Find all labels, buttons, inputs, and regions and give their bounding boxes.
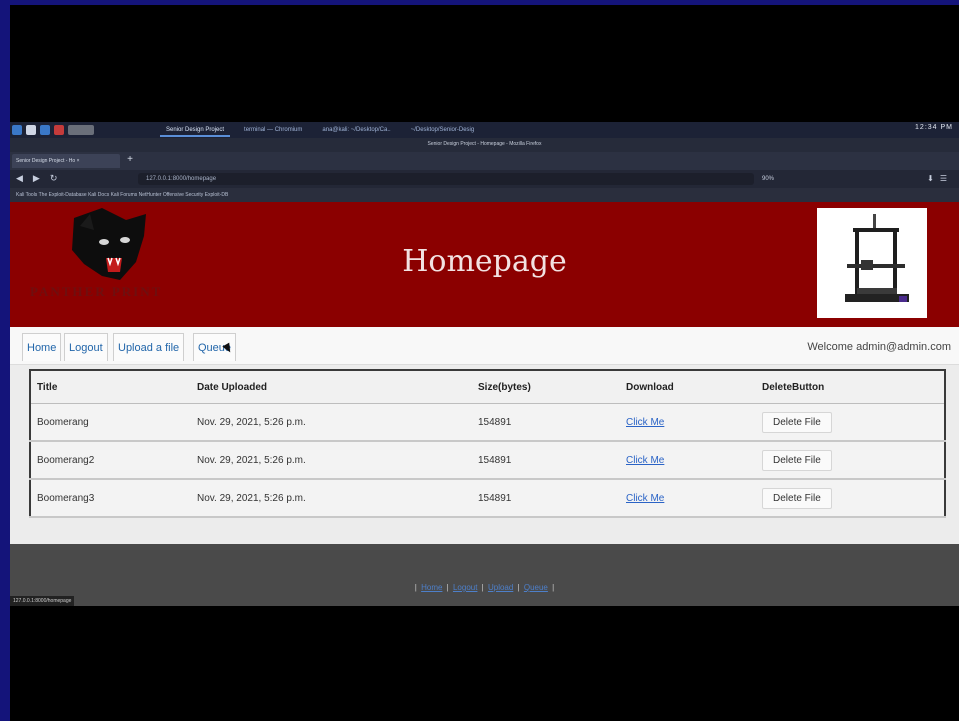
address-bar[interactable]: 127.0.0.1:8000/homepage [138, 173, 754, 185]
table-row: Boomerang2 Nov. 29, 2021, 5:26 p.m. 1548… [30, 441, 945, 480]
delete-file-button[interactable]: Delete File [762, 487, 832, 509]
file-date: Nov. 29, 2021, 5:26 p.m. [191, 441, 472, 480]
site-menubar: Home Logout Upload a file Queue Welcome … [10, 327, 959, 365]
site-banner: PANTHER PRINT Homepage [10, 202, 959, 327]
bookmarks-bar[interactable]: Kali Tools The Exploit-Database Kali Doc… [10, 188, 959, 202]
footer-link-logout[interactable]: Logout [453, 583, 477, 592]
welcome-text: Welcome admin@admin.com [807, 341, 951, 353]
os-taskbar: Senior Design Project terminal — Chromiu… [10, 122, 959, 138]
footer-link-upload[interactable]: Upload [488, 583, 513, 592]
table-header-row: Title Date Uploaded Size(bytes) Download… [30, 370, 945, 404]
taskbar-window[interactable]: Senior Design Project [160, 125, 231, 137]
browser-icon[interactable] [54, 125, 64, 135]
browser-navbar: ◀ ▶ ↻ 127.0.0.1:8000/homepage 90% ⬇☰ [10, 170, 959, 188]
footer-link-home[interactable]: Home [421, 583, 442, 592]
browser-tabbar: Senior Design Project - Ho × + [10, 152, 959, 170]
window-titlebar: Senior Design Project - Homepage - Mozil… [10, 138, 959, 152]
site-footer: | Home | Logout | Upload | Queue | 127.0… [10, 544, 959, 606]
files-table: Title Date Uploaded Size(bytes) Download… [29, 369, 946, 518]
file-size: 154891 [472, 441, 620, 480]
zoom-indicator[interactable]: 90% [762, 173, 774, 185]
delete-cell: Delete File [756, 479, 945, 518]
table-row: Boomerang3 Nov. 29, 2021, 5:26 p.m. 1548… [30, 479, 945, 518]
delete-file-button[interactable]: Delete File [762, 449, 832, 471]
table-row: Boomerang Nov. 29, 2021, 5:26 p.m. 15489… [30, 403, 945, 442]
delete-file-button[interactable]: Delete File [762, 411, 832, 433]
reload-icon[interactable]: ↻ [50, 173, 58, 184]
status-url: 127.0.0.1:8000/homepage [10, 596, 75, 606]
menu-upload[interactable]: Upload a file [113, 333, 185, 361]
footer-links: | Home | Logout | Upload | Queue | [414, 583, 555, 592]
back-icon[interactable]: ◀ [16, 173, 23, 184]
taskbar-window-list: Senior Design Project terminal — Chromiu… [160, 125, 480, 137]
download-cell: Click Me [620, 403, 756, 442]
file-size: 154891 [472, 403, 620, 442]
workspace-switcher-icon[interactable] [68, 125, 94, 135]
file-date: Nov. 29, 2021, 5:26 p.m. [191, 479, 472, 518]
taskbar-window[interactable]: terminal — Chromium [238, 125, 308, 135]
menu-home[interactable]: Home [22, 333, 62, 361]
forward-icon[interactable]: ▶ [33, 173, 40, 184]
new-tab-icon[interactable]: + [124, 154, 136, 166]
browser-tab[interactable]: Senior Design Project - Ho × [12, 154, 120, 168]
desktop-screen: Senior Design Project terminal — Chromiu… [10, 122, 959, 606]
delete-cell: Delete File [756, 441, 945, 480]
col-title-header: Title [30, 370, 191, 404]
col-size-header: Size(bytes) [472, 370, 620, 404]
download-link[interactable]: Click Me [626, 493, 664, 504]
col-delete-header: DeleteButton [756, 370, 945, 404]
nav-buttons: ◀ ▶ ↻ [16, 173, 57, 184]
col-download-header: Download [620, 370, 756, 404]
file-title: Boomerang2 [30, 441, 191, 480]
download-link[interactable]: Click Me [626, 455, 664, 466]
delete-cell: Delete File [756, 403, 945, 442]
file-title: Boomerang [30, 403, 191, 442]
download-link[interactable]: Click Me [626, 417, 664, 428]
menu-logout[interactable]: Logout [64, 333, 108, 361]
web-page: PANTHER PRINT Homepage Home Logout Uploa… [10, 202, 959, 606]
window-title: Senior Design Project - Homepage - Mozil… [427, 141, 542, 147]
kali-menu-icon[interactable] [12, 125, 22, 135]
browser-toolbar-icons[interactable]: ⬇☰ [927, 173, 953, 185]
terminal-icon[interactable] [40, 125, 50, 135]
col-date-header: Date Uploaded [191, 370, 472, 404]
taskbar-window[interactable]: ~/Desktop/Senior-Desig [405, 125, 481, 135]
taskbar-launchers [12, 125, 94, 135]
footer-link-queue[interactable]: Queue [524, 583, 548, 592]
file-manager-icon[interactable] [26, 125, 36, 135]
download-cell: Click Me [620, 441, 756, 480]
3d-printer-image [817, 208, 927, 318]
download-cell: Click Me [620, 479, 756, 518]
file-size: 154891 [472, 479, 620, 518]
logo-text: PANTHER PRINT [30, 284, 163, 299]
taskbar-clock: 12:34 PM [915, 124, 953, 131]
file-title: Boomerang3 [30, 479, 191, 518]
file-date: Nov. 29, 2021, 5:26 p.m. [191, 403, 472, 442]
taskbar-window[interactable]: ana@kali: ~/Desktop/Ca.. [316, 125, 396, 135]
video-frame: Senior Design Project terminal — Chromiu… [10, 5, 959, 721]
